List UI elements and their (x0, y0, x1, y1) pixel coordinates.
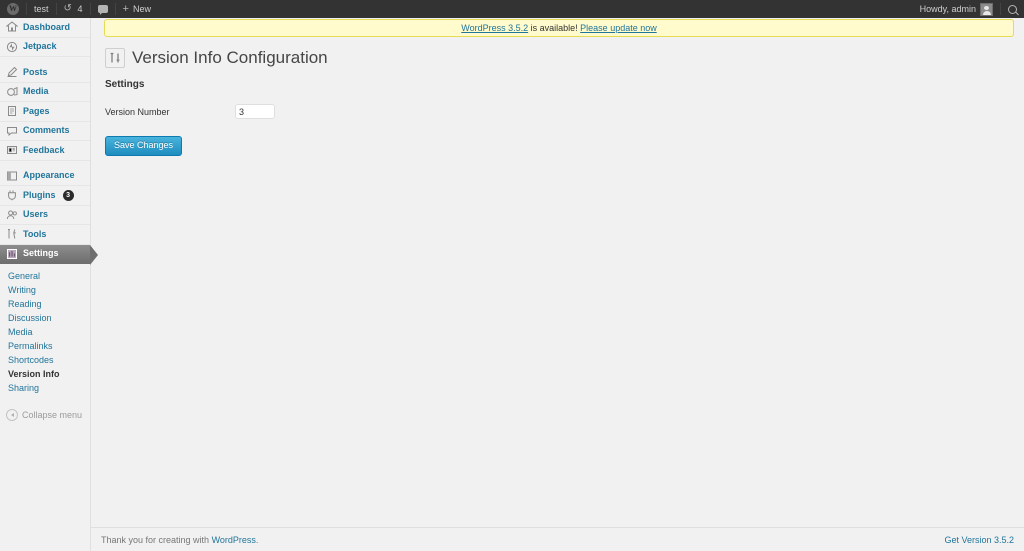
sidebar-item-label: Media (23, 86, 49, 97)
pages-icon (6, 105, 18, 117)
sidebar-item-label: Settings (23, 248, 59, 259)
submenu-item-permalinks[interactable]: Permalinks (0, 339, 90, 353)
save-changes-button[interactable]: Save Changes (105, 136, 183, 156)
version-number-row: Version Number (105, 104, 1024, 119)
sidebar-item-posts[interactable]: Posts (0, 63, 90, 83)
submenu-item-general[interactable]: General (0, 269, 90, 283)
sidebar-item-label: Jetpack (23, 41, 57, 52)
posts-icon (6, 66, 18, 78)
footer-version: Get Version 3.5.2 (944, 535, 1014, 545)
comments-icon (6, 125, 18, 137)
adminbar-comments[interactable] (91, 0, 115, 18)
sidebar-item-label: Tools (23, 228, 47, 239)
site-name-label: test (34, 4, 49, 14)
content-area: WordPress 3.5.2 is available! Please upd… (91, 18, 1024, 551)
sidebar-item-plugins[interactable]: Plugins 3 (0, 186, 90, 206)
wordpress-logo-icon (7, 3, 19, 15)
footer-thanks: Thank you for creating with WordPress. (101, 535, 258, 545)
get-version-link[interactable]: Get Version 3.5.2 (944, 535, 1014, 545)
sidebar-item-users[interactable]: Users (0, 206, 90, 225)
admin-sidebar: Dashboard Jetpack Posts Media Pages Comm… (0, 18, 98, 551)
plugins-icon (6, 189, 18, 201)
submenu-item-sharing[interactable]: Sharing (0, 381, 90, 395)
adminbar-wp-logo[interactable] (0, 0, 26, 18)
submenu-item-writing[interactable]: Writing (0, 283, 90, 297)
feedback-icon (6, 144, 18, 156)
sidebar-item-media[interactable]: Media (0, 83, 90, 102)
adminbar-new-content[interactable]: + New (116, 0, 158, 18)
new-label: New (132, 4, 151, 14)
appearance-icon (6, 170, 18, 182)
sidebar-item-comments[interactable]: Comments (0, 122, 90, 141)
page-title: Version Info Configuration (132, 48, 328, 67)
notice-version-link[interactable]: WordPress 3.5.2 (461, 23, 528, 33)
howdy-label: Howdy, admin (919, 4, 976, 14)
submenu-item-discussion[interactable]: Discussion (0, 311, 90, 325)
submenu-item-shortcodes[interactable]: Shortcodes (0, 353, 90, 367)
collapse-arrow-icon (6, 409, 18, 421)
adminbar-search[interactable] (1001, 0, 1024, 18)
users-icon (6, 209, 18, 221)
version-number-label: Version Number (105, 106, 170, 117)
sidebar-item-label: Pages (23, 105, 50, 116)
tools-icon (6, 228, 18, 240)
adminbar-updates[interactable]: ↺ 4 (57, 0, 90, 18)
updates-count: 4 (77, 4, 83, 14)
sidebar-item-label: Plugins (23, 189, 56, 200)
adminbar-site-name[interactable]: test (27, 0, 56, 18)
dashboard-icon (6, 21, 18, 33)
notice-update-link[interactable]: Please update now (580, 23, 657, 33)
collapse-menu-label: Collapse menu (22, 410, 83, 420)
settings-submenu: General Writing Reading Discussion Media… (0, 264, 90, 395)
adminbar-spacer (158, 0, 913, 18)
media-icon (6, 86, 18, 98)
admin-footer: Thank you for creating with WordPress. G… (91, 527, 1024, 551)
notice-middle-text: is available! (528, 23, 581, 33)
sidebar-item-label: Feedback (23, 144, 65, 155)
sidebar-item-label: Appearance (23, 170, 75, 181)
update-notice: WordPress 3.5.2 is available! Please upd… (104, 19, 1014, 37)
version-number-input[interactable] (235, 104, 275, 119)
submenu-item-media[interactable]: Media (0, 325, 90, 339)
adminbar-my-account[interactable]: Howdy, admin (913, 0, 1000, 18)
submenu-item-version-info[interactable]: Version Info (0, 367, 90, 381)
sidebar-item-label: Users (23, 209, 49, 220)
plus-icon: + (122, 2, 129, 15)
collapse-menu-button[interactable]: Collapse menu (0, 409, 90, 421)
sidebar-item-label: Comments (23, 125, 70, 136)
sidebar-item-label: Posts (23, 66, 48, 77)
avatar-icon (980, 2, 993, 16)
admin-bar: test ↺ 4 + New Howdy, admin (0, 0, 1024, 18)
plugins-update-badge: 3 (62, 189, 74, 201)
sidebar-item-jetpack[interactable]: Jetpack (0, 38, 90, 57)
version-info-settings-form: Version Number Save Changes (105, 104, 1024, 156)
settings-section-heading: Settings (105, 79, 145, 90)
jetpack-icon (6, 41, 18, 53)
updates-icon: ↺ (63, 3, 72, 14)
sidebar-item-settings[interactable]: Settings (0, 244, 98, 264)
search-icon (1008, 4, 1017, 14)
comments-icon (97, 5, 108, 15)
footer-thanks-prefix: Thank you for creating with (101, 534, 212, 545)
settings-sliders-icon (105, 48, 125, 68)
sidebar-item-appearance[interactable]: Appearance (0, 167, 90, 186)
page-header: Version Info Configuration (105, 48, 1024, 68)
sidebar-item-pages[interactable]: Pages (0, 102, 90, 122)
settings-icon (6, 248, 18, 260)
submenu-item-reading[interactable]: Reading (0, 297, 90, 311)
sidebar-item-label: Dashboard (23, 21, 71, 32)
footer-thanks-suffix: . (255, 534, 259, 545)
sidebar-item-feedback[interactable]: Feedback (0, 141, 90, 161)
footer-wordpress-link[interactable]: WordPress (212, 535, 256, 545)
sidebar-item-tools[interactable]: Tools (0, 225, 90, 245)
sidebar-item-dashboard[interactable]: Dashboard (0, 18, 90, 38)
